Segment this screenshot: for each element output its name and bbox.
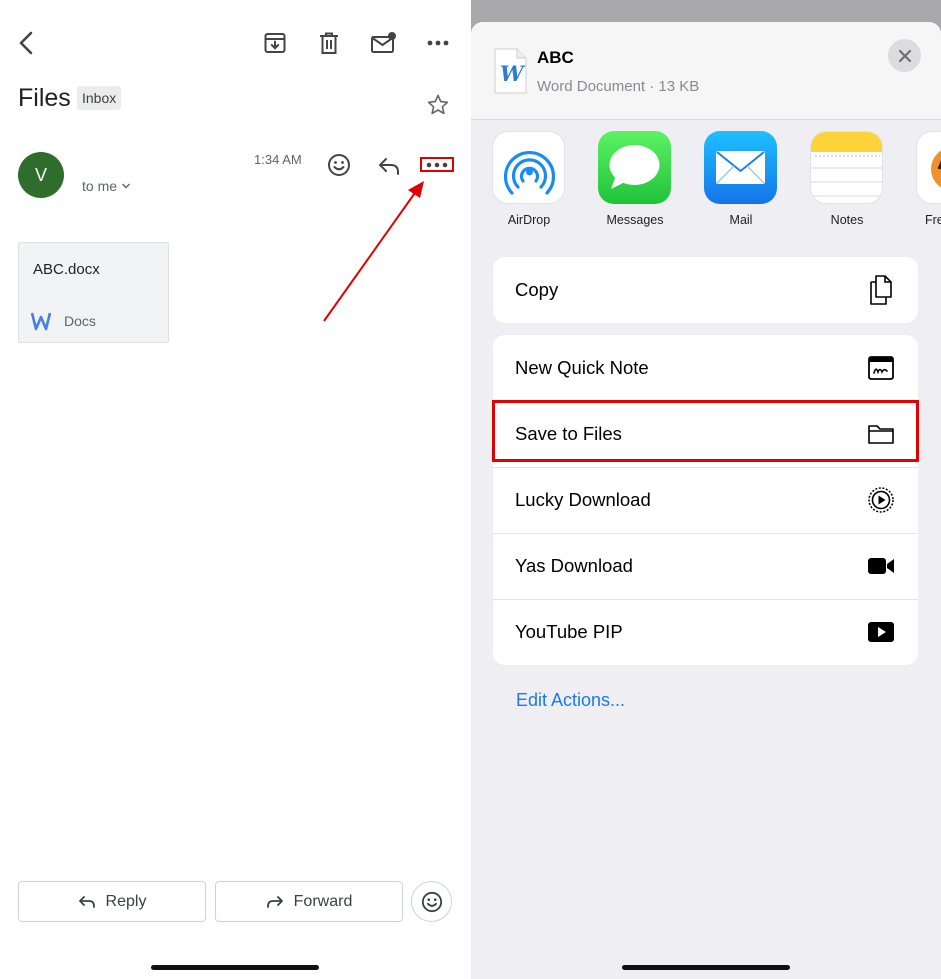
- share-sheet: W ABC Word Document · 13 KB AirDrop Mess…: [471, 22, 941, 979]
- shared-file-name: ABC: [537, 48, 574, 67]
- red-pointer-arrow: [323, 181, 424, 322]
- forward-button[interactable]: Forward: [215, 881, 403, 922]
- word-document-icon: W: [493, 48, 527, 99]
- mail-icon: [704, 131, 777, 204]
- reply-button[interactable]: Reply: [18, 881, 206, 922]
- youtube-play-icon: [866, 621, 896, 643]
- app-partial-icon: [916, 131, 941, 204]
- app-label: Notes: [830, 213, 864, 227]
- action-copy[interactable]: Copy: [493, 257, 918, 323]
- reply-arrow-icon: [78, 895, 95, 908]
- action-label: Lucky Download: [515, 489, 651, 510]
- action-lucky-download[interactable]: Lucky Download: [493, 467, 918, 533]
- sender-avatar[interactable]: V: [18, 152, 64, 198]
- share-app-airdrop[interactable]: AirDrop: [492, 131, 566, 227]
- more-button-highlight: [420, 157, 454, 172]
- trash-icon[interactable]: [316, 30, 342, 56]
- quick-note-icon: [866, 355, 896, 381]
- folder-icon: [866, 423, 896, 445]
- recipient-details[interactable]: to me: [82, 178, 131, 194]
- back-icon[interactable]: [14, 30, 38, 56]
- action-save-to-files[interactable]: Save to Files: [493, 401, 918, 467]
- action-yas-download[interactable]: Yas Download: [493, 533, 918, 599]
- word-docs-icon: [30, 311, 52, 336]
- chevron-down-icon: [122, 183, 131, 189]
- close-button[interactable]: [888, 39, 921, 72]
- share-sheet-header: W ABC Word Document · 13 KB: [471, 22, 941, 120]
- airdrop-icon: [492, 131, 565, 204]
- messages-icon: [598, 131, 671, 204]
- action-new-quick-note[interactable]: New Quick Note: [493, 335, 918, 401]
- smiley-icon: [421, 891, 442, 912]
- app-label: Mail: [729, 213, 753, 227]
- action-youtube-pip[interactable]: YouTube PIP: [493, 599, 918, 665]
- action-label: Yas Download: [515, 555, 633, 576]
- share-sheet-overlay: W ABC Word Document · 13 KB AirDrop Mess…: [471, 0, 941, 979]
- notes-icon: [810, 131, 883, 204]
- share-app-partial[interactable]: Fre: [916, 131, 941, 227]
- reply-label: Reply: [105, 892, 147, 910]
- forward-label: Forward: [293, 892, 353, 910]
- action-label: Save to Files: [515, 423, 622, 444]
- close-icon: [898, 49, 911, 62]
- emoji-reaction-button[interactable]: [411, 881, 452, 922]
- shared-file-meta: Word Document · 13 KB: [537, 78, 700, 95]
- share-app-notes[interactable]: Notes: [810, 131, 884, 227]
- play-circle-icon: [866, 486, 896, 514]
- share-app-mail[interactable]: Mail: [704, 131, 778, 227]
- archive-icon[interactable]: [262, 30, 288, 56]
- app-label: AirDrop: [507, 213, 551, 227]
- message-time: 1:34 AM: [254, 152, 302, 167]
- action-label: New Quick Note: [515, 357, 649, 378]
- action-label: Copy: [515, 279, 559, 300]
- gmail-message-view: Files Inbox V to me 1:34 AM ABC.docx Doc…: [0, 0, 471, 979]
- share-apps-row: AirDrop Messages Mail Notes Fre: [471, 121, 941, 243]
- actions-group: New Quick Note Save to Files Lucky Downl…: [493, 335, 918, 665]
- attachment-card[interactable]: ABC.docx Docs: [18, 242, 169, 343]
- attachment-name: ABC.docx: [33, 261, 100, 278]
- reply-icon[interactable]: [376, 154, 402, 178]
- email-subject: Files: [18, 84, 71, 112]
- inbox-label-badge[interactable]: Inbox: [77, 86, 122, 110]
- copy-action-group: Copy: [493, 257, 918, 323]
- video-camera-icon: [866, 556, 896, 576]
- app-label: Fre: [925, 213, 941, 227]
- action-label: YouTube PIP: [515, 621, 623, 642]
- mark-unread-icon[interactable]: [370, 30, 398, 56]
- forward-arrow-icon: [266, 895, 283, 908]
- svg-text:W: W: [500, 61, 526, 86]
- share-app-messages[interactable]: Messages: [598, 131, 672, 227]
- edit-actions-link[interactable]: Edit Actions...: [516, 690, 625, 711]
- more-icon[interactable]: [426, 34, 450, 52]
- to-me-label: to me: [82, 178, 118, 194]
- home-indicator: [151, 965, 319, 970]
- home-indicator: [622, 965, 790, 970]
- emoji-icon[interactable]: [326, 152, 352, 178]
- app-label: Messages: [606, 213, 664, 227]
- attachment-type: Docs: [64, 313, 96, 329]
- copy-icon: [866, 275, 896, 305]
- star-icon[interactable]: [426, 93, 450, 117]
